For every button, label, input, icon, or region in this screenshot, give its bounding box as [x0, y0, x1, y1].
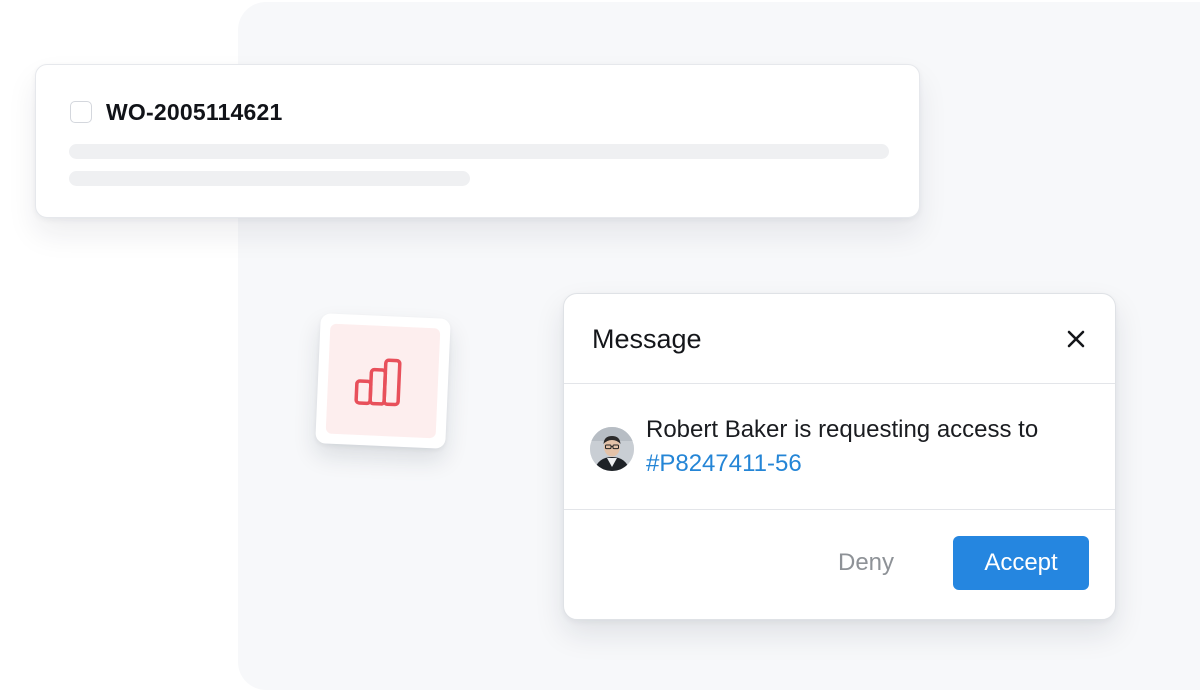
- skeleton-line: [69, 144, 889, 159]
- project-link[interactable]: #P8247411-56: [646, 450, 802, 477]
- avatar: [590, 427, 634, 471]
- accept-button[interactable]: Accept: [953, 536, 1089, 590]
- chart-tile-background: [325, 323, 441, 439]
- work-order-card: WO-2005114621: [35, 64, 920, 218]
- request-message-text: Robert Baker is requesting access to: [646, 416, 1039, 443]
- dialog-title: Message: [592, 324, 702, 354]
- work-order-checkbox[interactable]: [70, 101, 92, 123]
- skeleton-line: [69, 171, 470, 186]
- dialog-header: Message: [564, 294, 1115, 384]
- bar-chart-icon: [354, 358, 402, 407]
- message-dialog: Message Robert Baker is requesting acces…: [563, 293, 1116, 620]
- dialog-footer: Deny Accept: [564, 510, 1115, 619]
- work-order-id: WO-2005114621: [106, 99, 283, 125]
- deny-button[interactable]: Deny: [816, 536, 916, 590]
- dialog-body: Robert Baker is requesting access to #P8…: [564, 384, 1115, 510]
- chart-tile: [315, 313, 451, 449]
- canvas: WO-2005114621 Message Robert Baker is re…: [0, 0, 1200, 690]
- close-icon[interactable]: [1063, 326, 1089, 352]
- request-message: Robert Baker is requesting access to #P8…: [646, 413, 1096, 481]
